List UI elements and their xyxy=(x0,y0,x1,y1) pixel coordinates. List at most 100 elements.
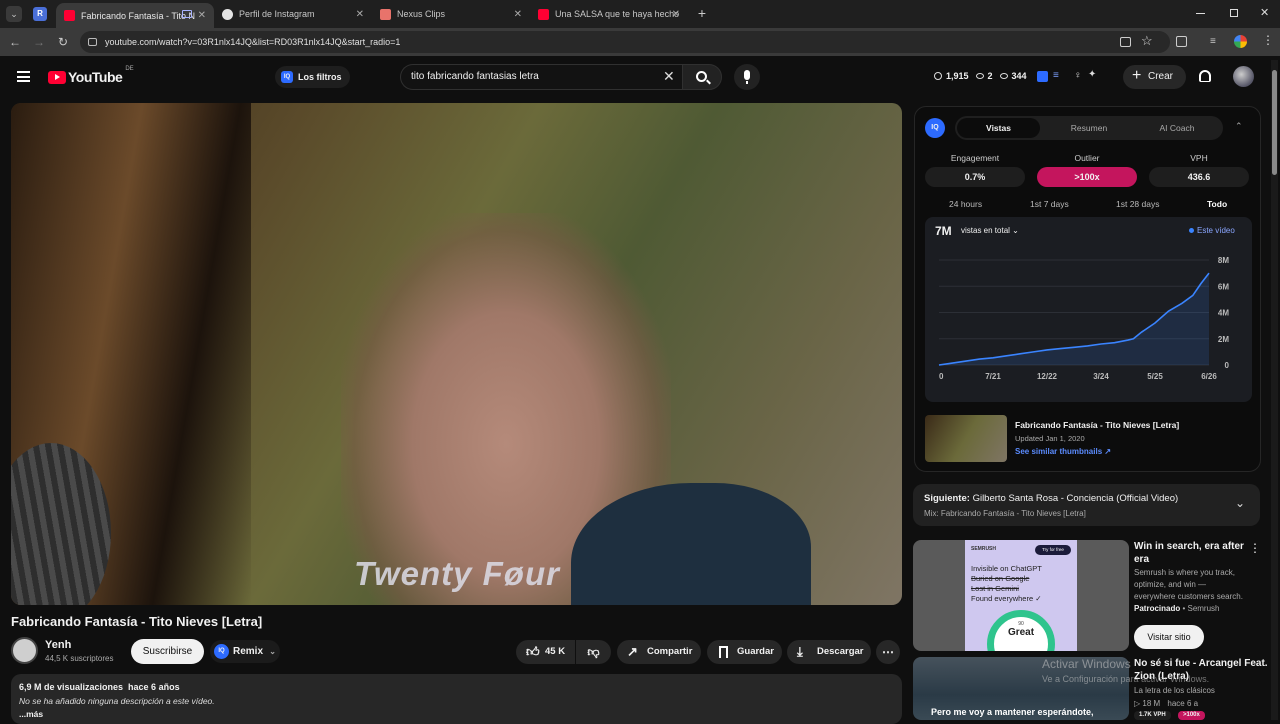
subscribe-label: Suscribirse xyxy=(142,646,193,657)
filters-button[interactable]: IQ Los filtros xyxy=(275,66,350,88)
search-button[interactable] xyxy=(682,64,722,90)
reading-list-icon[interactable]: ≡ xyxy=(1210,36,1216,47)
video-player[interactable]: Twenty Føur xyxy=(11,103,902,605)
create-label: Crear xyxy=(1148,71,1174,82)
new-tab-button[interactable]: + xyxy=(694,5,710,21)
rec-meta: ▷ 18 M hace 6 a xyxy=(1134,699,1198,708)
url-field[interactable]: youtube.com/watch?v=03R1nlx14JQ&list=RD0… xyxy=(80,31,1170,53)
globe-icon xyxy=(222,8,233,20)
remix-button[interactable]: IQ Remix ⌄ xyxy=(210,640,280,663)
address-bar-row: ← → ↻ youtube.com/watch?v=03R1nlx14JQ&li… xyxy=(0,28,1280,56)
reload-icon[interactable]: ↻ xyxy=(55,34,71,50)
ad-title-line-2[interactable]: era xyxy=(1134,554,1149,565)
range-24-hours[interactable]: 24 hours xyxy=(949,199,982,209)
ad-desc-line-1: Semrush is where you track, xyxy=(1134,568,1235,577)
visit-site-button[interactable]: Visitar sitio xyxy=(1134,625,1204,649)
trophy-icon[interactable]: ♀ xyxy=(1074,70,1082,81)
youtube-logo[interactable]: YouTube DE xyxy=(48,66,134,85)
clear-search-icon[interactable]: ✕ xyxy=(663,68,675,85)
sponsored-label: Patrocinado xyxy=(1134,604,1181,613)
search-value: tito fabricando fantasias letra xyxy=(411,71,539,82)
more-actions-button[interactable]: ⋯ xyxy=(876,640,900,664)
ad-line-4: Found everywhere ✓ xyxy=(971,594,1042,603)
thumbs-down-icon: 👎︎ xyxy=(587,645,600,659)
range-7-days[interactable]: 1st 7 days xyxy=(1030,199,1069,209)
collapse-panel-icon[interactable]: ⌃ xyxy=(1235,121,1243,132)
description-box[interactable]: 6,9 M de visualizaciones hace 6 años No … xyxy=(11,674,902,724)
vidiq-logo-icon: IQ xyxy=(925,118,945,138)
views-type-dropdown[interactable]: vistas en total ⌄ xyxy=(961,226,1019,235)
video-watermark-text: Twenty Føur xyxy=(354,555,560,592)
youtube-play-icon xyxy=(48,70,66,84)
rec-title-line-1[interactable]: No sé si fue - Arcangel Feat. xyxy=(1134,658,1268,669)
site-info-icon[interactable] xyxy=(88,38,97,46)
extensions-icon[interactable] xyxy=(1176,36,1187,47)
restore-icon[interactable] xyxy=(1230,9,1238,17)
hamburger-menu-icon[interactable] xyxy=(17,71,30,82)
ad-thumbnail[interactable]: SEMRUSH Try for free Invisible on ChatGP… xyxy=(913,540,1129,651)
profile-icon[interactable]: R xyxy=(33,7,47,21)
ad-gauge: 90 Great xyxy=(987,610,1055,651)
install-app-icon[interactable] xyxy=(1120,37,1131,47)
sparkle-icon[interactable]: ✦ xyxy=(1088,69,1096,80)
notifications-bell-icon[interactable] xyxy=(1199,70,1211,82)
eye-icon xyxy=(999,73,1008,79)
visit-site-label: Visitar sitio xyxy=(1147,632,1191,642)
user-avatar[interactable] xyxy=(1233,66,1254,87)
vidiq-icon: IQ xyxy=(281,71,293,83)
range-28-days[interactable]: 1st 28 days xyxy=(1116,199,1159,209)
tab-search-button[interactable]: ⌄ xyxy=(6,6,22,22)
range-all[interactable]: Todo xyxy=(1207,199,1227,209)
save-button[interactable]: Guardar xyxy=(707,640,782,664)
legend-dot-icon xyxy=(1189,228,1194,234)
browser-menu-icon[interactable]: ⋮ xyxy=(1262,33,1274,47)
up-next-label: Siguiente: xyxy=(924,493,970,504)
close-tab-icon[interactable]: ✕ xyxy=(198,10,206,21)
nexus-favicon-icon xyxy=(380,8,391,20)
youtube-favicon-icon xyxy=(538,8,549,20)
vidiq-toolbar-icon[interactable] xyxy=(1037,71,1048,82)
account-avatar-icon[interactable] xyxy=(1234,35,1247,48)
chevron-down-icon[interactable]: ⌄ xyxy=(1235,496,1245,510)
forward-icon[interactable]: → xyxy=(31,34,47,50)
save-label: Guardar xyxy=(737,646,774,657)
tab-salsa[interactable]: Una SALSA que te haya hecho ✕ xyxy=(530,3,688,25)
description-more-link[interactable]: ...más xyxy=(19,709,43,719)
youtube-favicon-icon xyxy=(64,10,75,21)
vidiq-panel: IQ Vistas Resumen AI Coach ⌃ Engagement … xyxy=(914,106,1261,472)
subscribe-button[interactable]: Suscribirse xyxy=(131,639,204,664)
tab-instagram[interactable]: Perfil de Instagram ✕ xyxy=(214,3,372,25)
vidiq-stats: 1,915 2 344 xyxy=(934,71,1027,81)
thumbnail-preview[interactable] xyxy=(925,415,1007,462)
up-next-bar[interactable]: Siguiente: Gilberto Santa Rosa - Concien… xyxy=(913,484,1260,526)
list-icon[interactable]: ≡ xyxy=(1053,70,1059,81)
back-icon[interactable]: ← xyxy=(7,34,23,50)
legend-label: Este vídeo xyxy=(1197,226,1235,235)
bookmark-star-icon[interactable]: ☆ xyxy=(1141,33,1153,49)
more-vertical-icon[interactable]: ⋮ xyxy=(1249,541,1261,555)
channel-name[interactable]: Yenh xyxy=(45,639,71,651)
channel-avatar[interactable] xyxy=(11,637,38,664)
tab-label: Perfil de Instagram xyxy=(239,9,315,19)
search-input[interactable]: tito fabricando fantasias letra xyxy=(400,64,682,90)
tab-vistas[interactable]: Vistas xyxy=(957,118,1040,138)
download-button[interactable]: ⤓ Descargar xyxy=(787,640,871,664)
see-similar-thumbnails-link[interactable]: See similar thumbnails ↗ xyxy=(1015,447,1111,456)
ad-title-line-1[interactable]: Win in search, era after xyxy=(1134,541,1244,552)
close-window-icon[interactable]: ✕ xyxy=(1260,6,1269,19)
tab-youtube[interactable]: Fabricando Fantasía - Tito N ✕ xyxy=(56,3,214,28)
tab-resumen[interactable]: Resumen xyxy=(1047,118,1131,138)
close-tab-icon[interactable]: ✕ xyxy=(514,9,522,20)
share-button[interactable]: ↗ Compartir xyxy=(617,640,701,664)
plus-icon: + xyxy=(1132,67,1142,84)
voice-search-button[interactable] xyxy=(734,64,760,90)
create-button[interactable]: + Crear xyxy=(1123,65,1186,89)
page-scrollbar[interactable] xyxy=(1271,60,1278,720)
like-button[interactable]: 👍︎ 45 K xyxy=(516,640,575,664)
close-tab-icon[interactable]: ✕ xyxy=(672,9,680,20)
minimize-icon[interactable] xyxy=(1196,13,1205,14)
close-tab-icon[interactable]: ✕ xyxy=(356,9,364,20)
dislike-button[interactable]: 👎︎ xyxy=(576,640,611,664)
tab-ai-coach[interactable]: AI Coach xyxy=(1135,118,1219,138)
tab-nexus-clips[interactable]: Nexus Clips ✕ xyxy=(372,3,530,25)
